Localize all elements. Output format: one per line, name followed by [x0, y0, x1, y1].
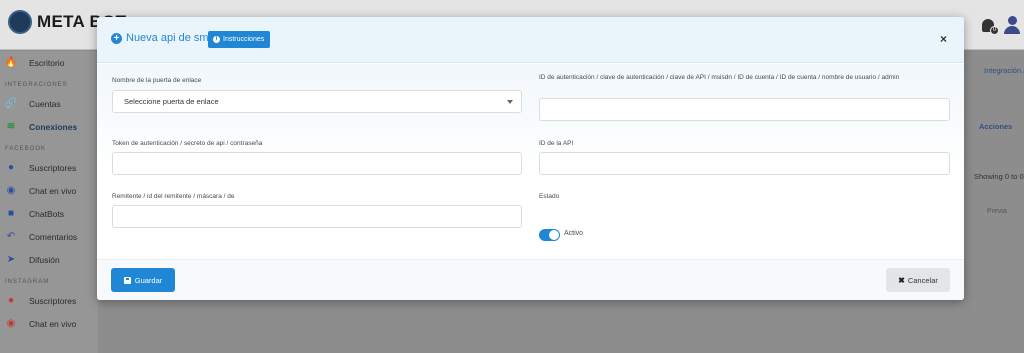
table-info: Showing 0 to 0 [974, 172, 1024, 181]
toggle-knob [549, 230, 559, 240]
floppy-disk-icon [123, 276, 131, 284]
cancel-button[interactable]: ✖ Cancelar [886, 268, 950, 292]
status-toggle[interactable] [539, 229, 560, 241]
caret-down-icon [507, 100, 513, 104]
sidebar-item-label: ChatBots [29, 208, 64, 219]
gateway-select[interactable]: Seleccione puerta de enlace [112, 90, 522, 113]
sidebar-item-label: Escritorio [29, 57, 65, 68]
send-icon: ➤ [6, 254, 16, 265]
modal-title: Nueva api de sms [126, 32, 215, 44]
close-icon: ✖ [898, 275, 905, 285]
headset-icon: ◉ [6, 185, 16, 196]
headset-icon: ◉ [6, 318, 16, 329]
sidebar-item-label: Cuentas [29, 98, 61, 109]
sender-label: Remitente / id del remitente / máscara /… [112, 193, 235, 200]
api-id-input[interactable] [539, 152, 950, 175]
save-button[interactable]: Guardar [111, 268, 175, 292]
sidebar-item-chat-en-vivo[interactable]: ◉ Chat en vivo [0, 179, 98, 202]
sidebar-item-comentarios[interactable]: ↶ Comentarios [0, 225, 98, 248]
sidebar-item-label: Chat en vivo [29, 318, 77, 329]
sidebar-section-integraciones: INTEGRACIONES [5, 82, 68, 88]
user-circle-icon: ● [7, 295, 15, 306]
sidebar-item-label: Suscriptores [29, 162, 77, 173]
modal-footer: Guardar ✖ Cancelar [97, 259, 964, 300]
sidebar-item-escritorio[interactable]: 🔥 Escritorio [0, 51, 98, 74]
cancel-label: Cancelar [907, 275, 938, 285]
sidebar-item-label: Comentarios [29, 231, 78, 242]
sidebar-item-label: Chat en vivo [29, 185, 77, 196]
logo-mark-icon [8, 10, 32, 34]
api-id-label: ID de la API [539, 140, 574, 147]
modal-body: Nombre de la puerta de enlace Seleccione… [97, 64, 964, 259]
robot-icon: ■ [7, 208, 15, 219]
sidebar-item-label: Conexiones [29, 121, 78, 132]
auth-id-input[interactable] [539, 98, 950, 121]
sidebar-item-chat-en-vivo[interactable]: ◉ Chat en vivo [0, 312, 98, 335]
modal-header: + Nueva api de sms i Instrucciones × [97, 17, 964, 63]
save-label: Guardar [134, 275, 163, 285]
fire-icon: 🔥 [4, 57, 18, 68]
close-button[interactable]: × [940, 32, 947, 46]
link-icon: 🔗 [4, 98, 18, 109]
auth-id-label: ID de autenticación / clave de autentica… [539, 74, 900, 81]
bell-icon[interactable]: 0 [982, 18, 999, 35]
status-value: Activo [564, 230, 584, 237]
wifi-icon: ≋ [6, 121, 16, 132]
notification-badge: 0 [990, 25, 999, 35]
sender-input[interactable] [112, 205, 522, 228]
background-content: Integración / Acciones Showing 0 to 0 Pr… [965, 51, 1024, 353]
breadcrumb[interactable]: Integración / [984, 66, 1024, 75]
sidebar-item-suscriptores[interactable]: ● Suscriptores [0, 156, 98, 179]
pagination-previous[interactable]: Previa [987, 208, 1007, 215]
sidebar-item-chatbots[interactable]: ■ ChatBots [0, 202, 98, 225]
token-label: Token de autenticación / secreto de api … [112, 140, 263, 147]
sidebar: 🔥 Escritorio INTEGRACIONES 🔗 Cuentas ≋ Conexio… [0, 51, 98, 353]
user-circle-icon: ● [7, 162, 15, 173]
new-sms-api-modal: + Nueva api de sms i Instrucciones × Nom… [97, 17, 964, 300]
user-avatar-icon[interactable] [1004, 16, 1020, 34]
token-input[interactable] [112, 152, 522, 175]
column-header-actions: Acciones [979, 122, 1013, 131]
sidebar-item-cuentas[interactable]: 🔗 Cuentas [0, 92, 98, 115]
gateway-select-value: Seleccione puerta de enlace [124, 97, 219, 106]
info-icon: i [213, 36, 220, 43]
plus-circle-icon: + [111, 32, 122, 44]
gateway-label: Nombre de la puerta de enlace [112, 77, 202, 84]
sidebar-item-difusión[interactable]: ➤ Difusión [0, 248, 98, 271]
sidebar-item-label: Suscriptores [29, 295, 77, 306]
sidebar-item-suscriptores[interactable]: ● Suscriptores [0, 289, 98, 312]
sidebar-item-conexiones[interactable]: ≋ Conexiones [0, 115, 98, 138]
sidebar-item-label: Difusión [29, 254, 60, 265]
sidebar-section-facebook: FACEBOOK [5, 146, 47, 152]
sidebar-section-instagram: INSTAGRAM [5, 279, 50, 285]
status-label: Estado [539, 193, 560, 200]
instructions-label: Instrucciones [223, 36, 265, 43]
reply-icon: ↶ [6, 231, 16, 242]
instructions-button[interactable]: i Instrucciones [208, 31, 271, 48]
